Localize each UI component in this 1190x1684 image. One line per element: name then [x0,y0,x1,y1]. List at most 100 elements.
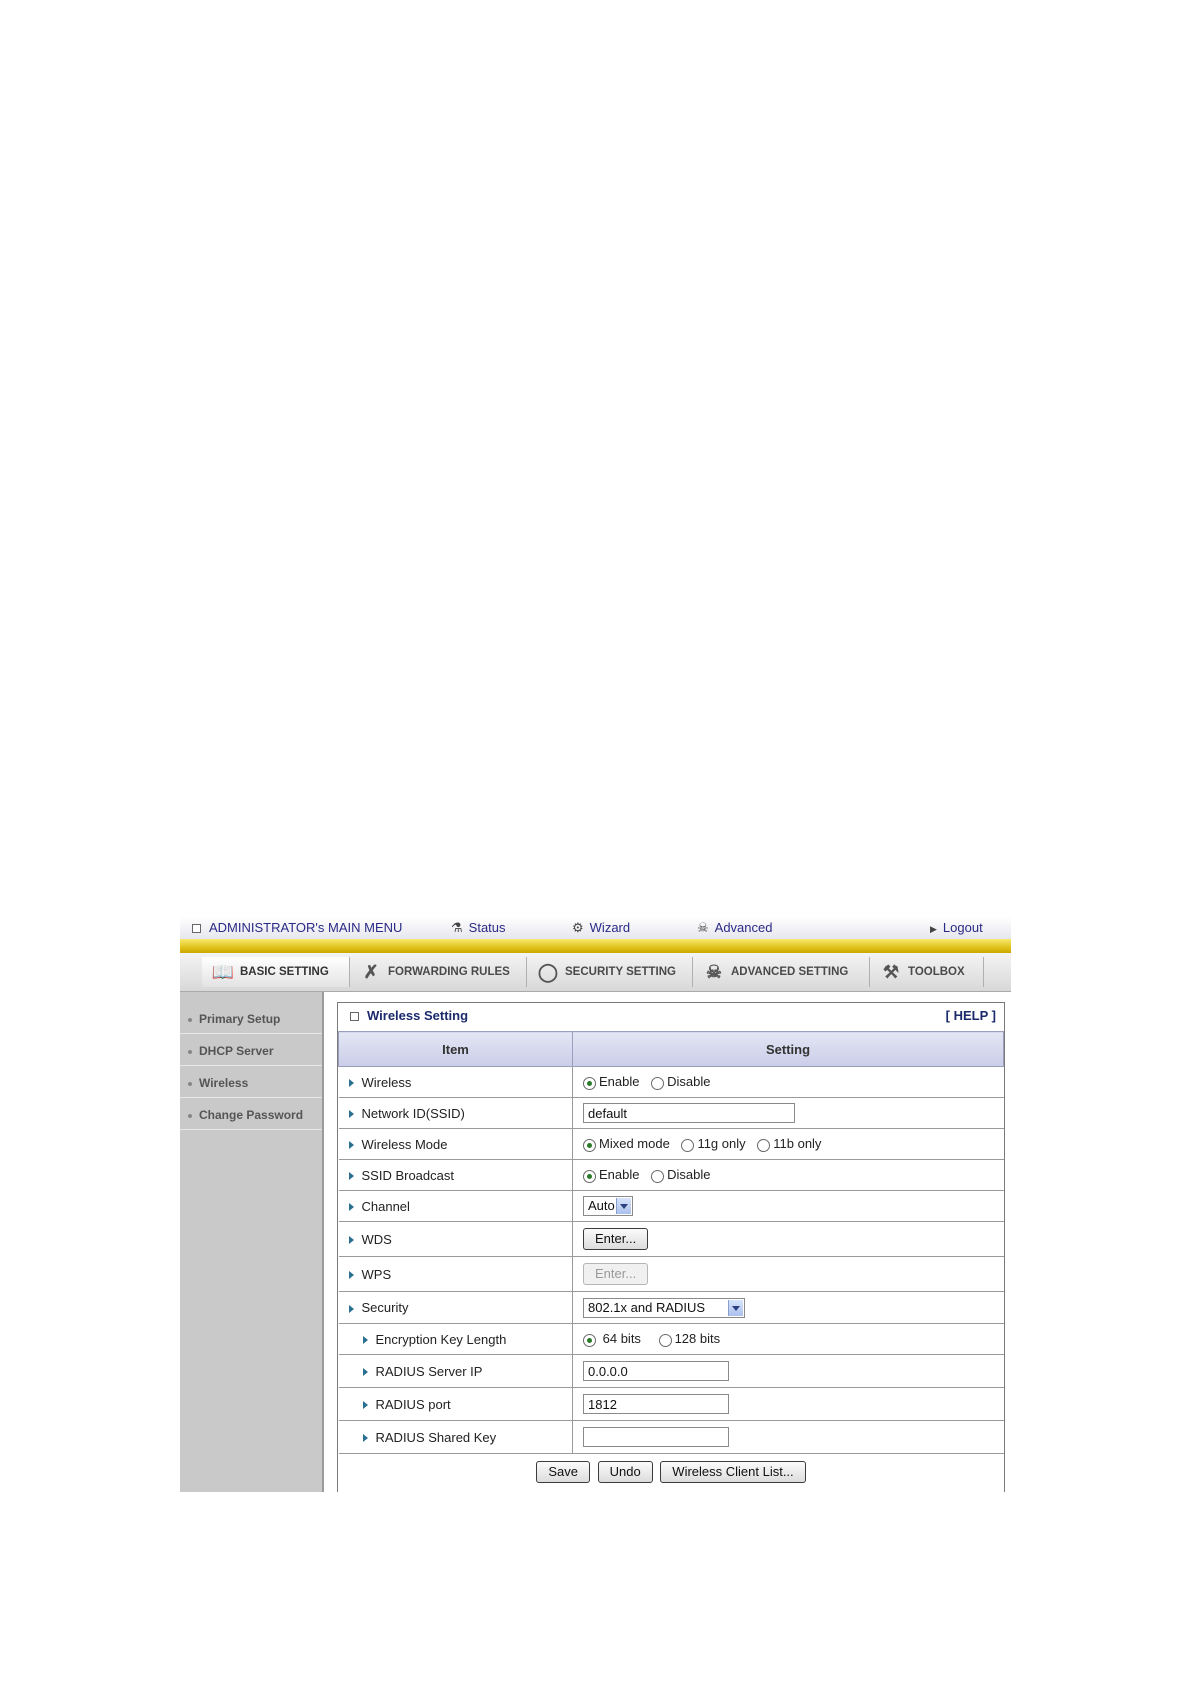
top-menu-bar: ADMINISTRATOR's MAIN MENU ⚗ Status ⚙ Wizar… [180,917,1011,940]
main-menu-title[interactable]: ADMINISTRATOR's MAIN MENU [192,920,402,935]
row-label: Channel [338,1190,573,1222]
channel-select[interactable]: Auto [583,1196,633,1216]
row-label: WPS [338,1256,573,1292]
security-select[interactable]: 802.1x and RADIUS [583,1297,745,1318]
undo-button[interactable]: Undo [597,1461,653,1483]
tab-toolbox[interactable]: ⚒ TOOLBOX [870,957,984,987]
gold-divider [180,939,1011,953]
table-row: Wireless Mode Mixed mode 11g only 11b on… [338,1128,1004,1160]
key-length-setting: 64 bits 128 bits [572,1323,1004,1355]
left-sidebar: Primary Setup DHCP Server Wireless Chang… [180,992,324,1492]
table-row: WDS Enter... [338,1221,1004,1257]
row-label: Network ID(SSID) [338,1097,573,1129]
radius-key-setting [572,1420,1004,1454]
radius-port-input[interactable]: 1812 [583,1394,729,1414]
radio-empty-icon [651,1169,665,1183]
help-link[interactable]: [ HELP ] [946,1003,996,1029]
sidebar-item-dhcp-server[interactable]: DHCP Server [180,1036,322,1066]
row-label: RADIUS Shared Key [338,1420,573,1454]
radius-ip-setting: 0.0.0.0 [572,1354,1004,1388]
row-label: Security [338,1291,573,1324]
tab-bar: 📖 BASIC SETTING ✗ FORWARDING RULES ◯ SECURI… [180,953,1011,992]
chevron-down-icon [728,1299,743,1316]
mode-mixed-radio[interactable]: Mixed mode [583,1136,670,1152]
radio-empty-icon [757,1138,771,1152]
arrow-right-icon [362,1368,368,1377]
arrow-right-icon [348,1141,354,1150]
wps-enter-button[interactable]: Enter... [583,1263,649,1285]
sidebar-item-change-password[interactable]: Change Password [180,1100,322,1130]
button-row: Save Undo Wireless Client List... [339,1454,1004,1491]
panel-title: Wireless Setting [350,1003,468,1029]
key-128-radio[interactable]: 128 bits [658,1331,720,1347]
settings-table: Item Setting Wireless Enable Disable Net… [338,1031,1004,1490]
column-header-item: Item [338,1031,573,1067]
broadcast-enable-radio[interactable]: Enable [583,1167,639,1183]
panel-header: Wireless Setting [ HELP ] [338,1003,1004,1031]
status-link[interactable]: ⚗ Status [451,920,506,936]
bullet-icon [188,1081,192,1086]
row-label: RADIUS port [338,1387,573,1421]
arrow-right-icon [348,1172,354,1181]
action-buttons: Save Undo Wireless Client List... [339,1454,1004,1491]
radio-empty-icon [651,1076,665,1090]
toolbox-icon: ⚒ [882,961,900,982]
channel-setting: Auto [572,1190,1004,1222]
square-bullet-icon [192,924,201,934]
tab-forwarding-rules[interactable]: ✗ FORWARDING RULES [350,957,527,987]
logout-link[interactable]: ▶ Logout [930,920,983,935]
key-64-radio[interactable]: 64 bits [583,1331,641,1347]
bullet-icon [188,1049,192,1054]
radio-empty-icon [681,1138,695,1152]
advanced-setting-icon: ☠ [705,961,723,982]
wireless-setting-panel: Wireless Setting [ HELP ] Item Setting W… [337,1002,1005,1492]
bullet-icon [188,1113,192,1118]
tab-advanced-setting[interactable]: ☠ ADVANCED SETTING [693,957,870,987]
wps-setting: Enter... [572,1256,1004,1292]
table-row: Security 802.1x and RADIUS [338,1291,1004,1324]
ssid-input[interactable]: default [583,1103,795,1123]
arrow-right-icon [348,1079,354,1088]
security-icon: ◯ [537,961,559,982]
mode-11g-radio[interactable]: 11g only [681,1136,746,1152]
wireless-setting: Enable Disable [572,1066,1004,1098]
wizard-icon: ⚙ [572,920,584,935]
radio-selected-icon [583,1169,596,1183]
chevron-down-icon [616,1198,631,1214]
advanced-link[interactable]: ☠ Advanced [697,920,772,936]
row-label: WDS [338,1221,573,1257]
wireless-client-list-button[interactable]: Wireless Client List... [660,1461,806,1483]
radius-ip-input[interactable]: 0.0.0.0 [583,1361,729,1381]
basic-setting-icon: 📖 [211,961,235,982]
tab-security-setting[interactable]: ◯ SECURITY SETTING [527,957,693,987]
arrow-right-icon [348,1203,354,1212]
table-row: RADIUS Shared Key [338,1420,1004,1454]
broadcast-disable-radio[interactable]: Disable [651,1167,710,1183]
row-label: RADIUS Server IP [338,1354,573,1388]
table-row: Network ID(SSID) default [338,1097,1004,1129]
table-header-row: Item Setting [338,1031,1004,1067]
mode-11b-radio[interactable]: 11b only [757,1136,821,1152]
save-button[interactable]: Save [536,1461,590,1483]
table-row: RADIUS port 1812 [338,1387,1004,1421]
radio-selected-icon [583,1138,596,1152]
status-icon: ⚗ [451,920,463,935]
wireless-enable-radio[interactable]: Enable [583,1074,639,1090]
wireless-disable-radio[interactable]: Disable [651,1074,710,1090]
table-row: SSID Broadcast Enable Disable [338,1159,1004,1191]
row-label: SSID Broadcast [338,1159,573,1191]
row-label: Wireless [338,1066,573,1098]
square-bullet-icon [350,1012,359,1022]
ssid-broadcast-setting: Enable Disable [572,1159,1004,1191]
wireless-mode-setting: Mixed mode 11g only 11b only [572,1128,1004,1160]
tab-basic-setting[interactable]: 📖 BASIC SETTING [202,957,350,987]
wds-enter-button[interactable]: Enter... [583,1228,649,1250]
row-label: Encryption Key Length [338,1323,573,1355]
wizard-link[interactable]: ⚙ Wizard [572,920,630,936]
sidebar-item-primary-setup[interactable]: Primary Setup [180,1004,322,1034]
table-row: Wireless Enable Disable [338,1066,1004,1098]
radius-shared-key-input[interactable] [583,1427,729,1447]
arrow-right-icon: ▶ [930,924,937,934]
router-admin-ui: ADMINISTRATOR's MAIN MENU ⚗ Status ⚙ Wizar… [180,917,1011,1492]
sidebar-item-wireless[interactable]: Wireless [180,1068,322,1098]
